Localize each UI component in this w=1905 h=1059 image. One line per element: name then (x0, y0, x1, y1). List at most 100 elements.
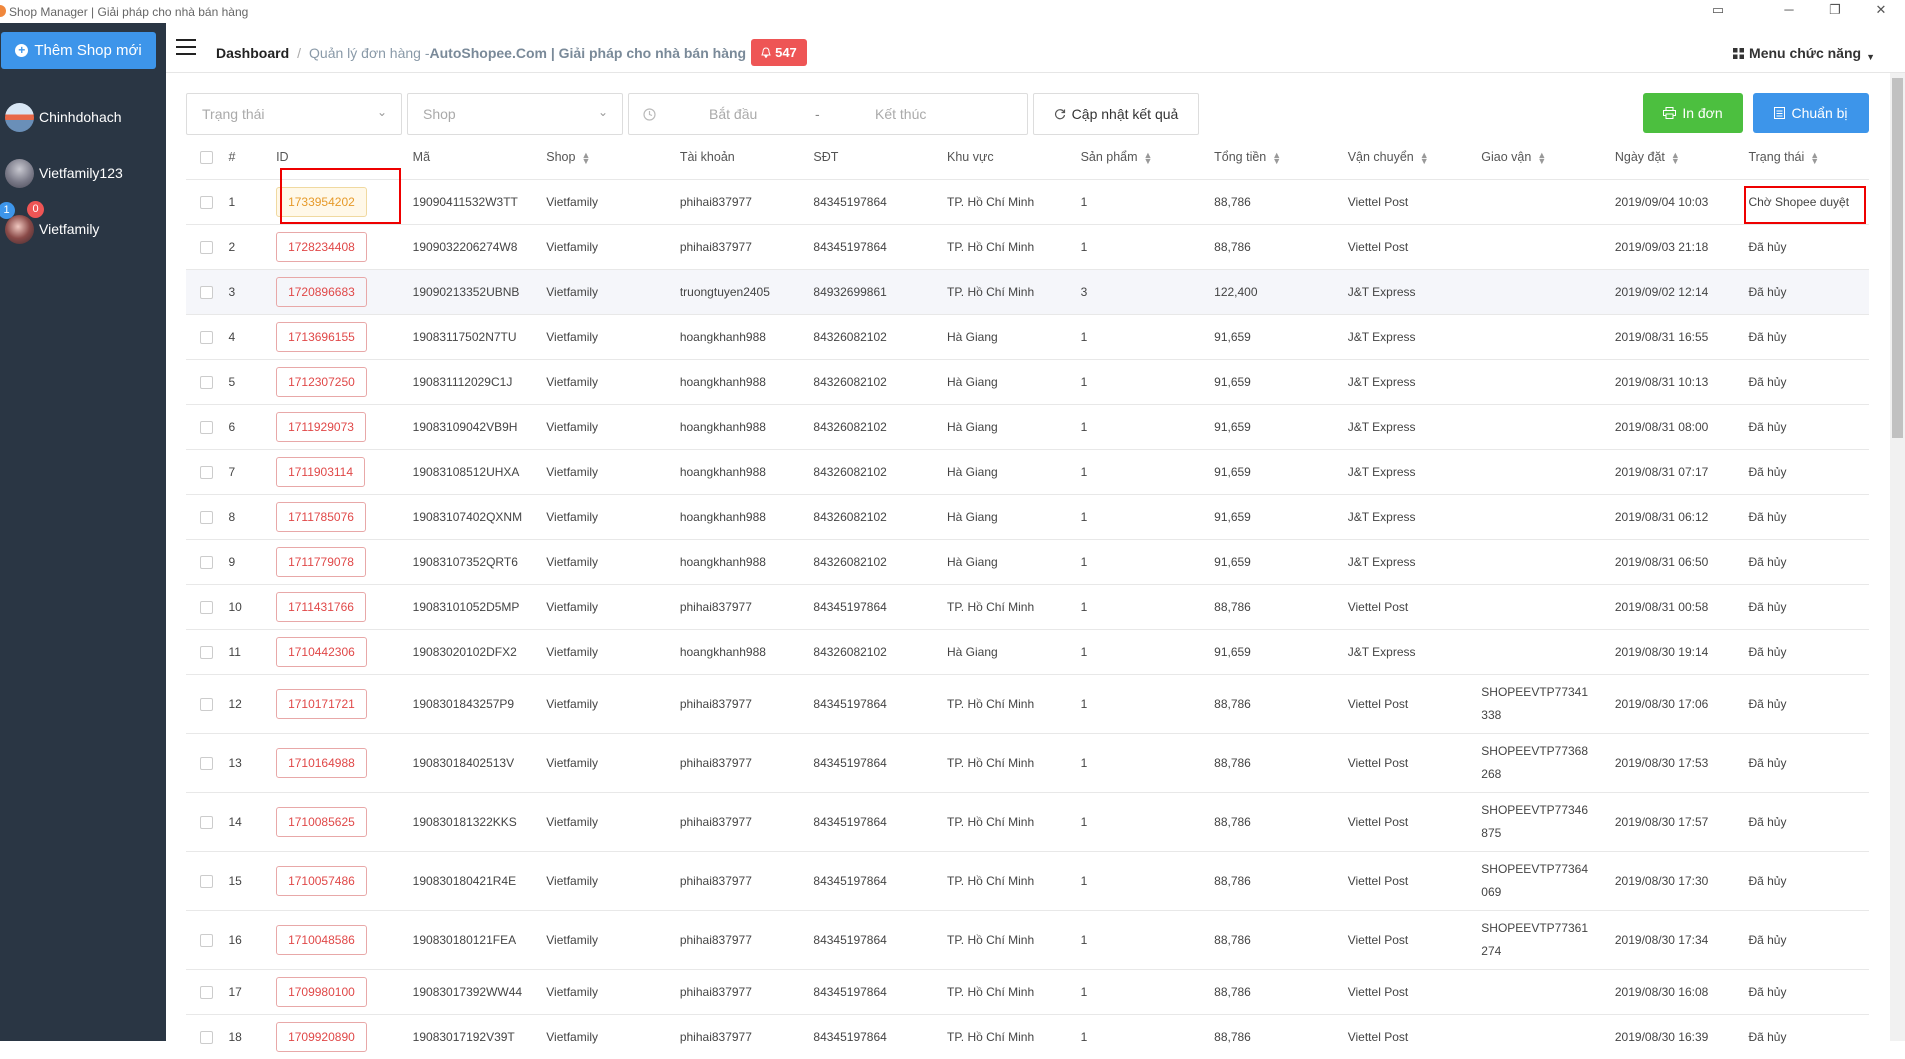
table-row[interactable]: 12 1710171721 1908301843257P9 Vietfamily… (186, 674, 1869, 733)
cell-delivery (1481, 359, 1615, 404)
row-checkbox[interactable] (200, 195, 213, 209)
row-checkbox[interactable] (200, 697, 213, 711)
table-row[interactable]: 10 1711431766 19083101052D5MP Vietfamily… (186, 584, 1869, 629)
order-id-button[interactable]: 1711929073 (276, 411, 366, 442)
notification-badge[interactable]: 547 (751, 39, 807, 66)
sidebar-shop-chinhdohach[interactable]: Chinhdohach (5, 101, 163, 133)
sort-icon[interactable]: ▲ ▼ (1671, 150, 1680, 165)
order-id-button[interactable]: 1728234408 (276, 231, 367, 262)
prepare-orders-button[interactable]: Chuẩn bị (1753, 93, 1869, 133)
order-id-button[interactable]: 1720896683 (276, 276, 367, 307)
date-range-picker[interactable]: Bắt đầu - Kết thúc (628, 93, 1028, 135)
window-minimize-button[interactable]: ─ (1769, 0, 1809, 23)
row-checkbox[interactable] (200, 933, 213, 947)
row-checkbox[interactable] (200, 285, 213, 299)
col-header-order-date[interactable]: Ngày đặt ▲ ▼ (1615, 136, 1749, 179)
shop-filter-select[interactable]: Shop ⌄ (407, 93, 623, 135)
table-row[interactable]: 2 1728234408 1909032206274W8 Vietfamily … (186, 224, 1869, 269)
col-header-total[interactable]: Tổng tiền ▲ ▼ (1214, 136, 1348, 179)
row-checkbox[interactable] (200, 600, 213, 614)
end-date-input[interactable]: Kết thúc (875, 106, 926, 122)
breadcrumb-dashboard[interactable]: Dashboard (216, 45, 289, 61)
sort-icon[interactable]: ▲ ▼ (1272, 150, 1281, 165)
sort-icon[interactable]: ▲ ▼ (581, 150, 590, 165)
print-orders-label: In đơn (1682, 105, 1723, 121)
hamburger-menu-icon[interactable] (176, 39, 196, 56)
col-header-shop[interactable]: Shop ▲ ▼ (546, 136, 680, 179)
col-header-products[interactable]: Sản phẩm ▲ ▼ (1081, 136, 1215, 179)
col-header-status[interactable]: Trạng thái ▲ ▼ (1748, 136, 1869, 179)
row-checkbox[interactable] (200, 240, 213, 254)
order-id-button[interactable]: 1710057486 (276, 865, 367, 896)
add-shop-button[interactable]: + Thêm Shop mới (1, 32, 156, 69)
table-row[interactable]: 13 1710164988 19083018402513V Vietfamily… (186, 733, 1869, 792)
sort-icon[interactable]: ▲ ▼ (1810, 150, 1819, 165)
order-id-button[interactable]: 1711903114 (276, 456, 366, 487)
col-header-area[interactable]: Khu vực (947, 136, 1081, 179)
row-checkbox[interactable] (200, 510, 213, 524)
print-orders-button[interactable]: In đơn (1643, 93, 1743, 133)
table-row[interactable]: 5 1712307250 190831112029C1J Vietfamily … (186, 359, 1869, 404)
order-id-button[interactable]: 1710442306 (276, 636, 367, 667)
order-id-button[interactable]: 1710048586 (276, 924, 367, 955)
col-header-phone[interactable]: SĐT (813, 136, 947, 179)
status-filter-select[interactable]: Trạng thái ⌄ (186, 93, 402, 135)
sort-icon[interactable]: ▲ ▼ (1144, 150, 1153, 165)
function-menu-button[interactable]: Menu chức năng ▼ (1733, 44, 1875, 62)
table-row[interactable]: 18 1709920890 19083017192V39T Vietfamily… (186, 1014, 1869, 1059)
col-header-code[interactable]: Mã (413, 136, 547, 179)
order-id-button[interactable]: 1709920890 (276, 1021, 367, 1052)
table-row[interactable]: 11 1710442306 19083020102DFX2 Vietfamily… (186, 629, 1869, 674)
select-all-checkbox[interactable] (200, 151, 213, 165)
order-id-button[interactable]: 1710171721 (276, 688, 367, 719)
row-checkbox[interactable] (200, 756, 213, 770)
order-id-button[interactable]: 1712307250 (276, 366, 367, 397)
row-checkbox[interactable] (200, 985, 213, 999)
table-row[interactable]: 14 1710085625 190830181322KKS Vietfamily… (186, 792, 1869, 851)
row-checkbox[interactable] (200, 330, 213, 344)
sort-icon[interactable]: ▲ ▼ (1420, 150, 1429, 165)
window-extra-icon[interactable]: ▭ (1698, 0, 1738, 23)
table-row[interactable]: 4 1713696155 19083117502N7TU Vietfamily … (186, 314, 1869, 359)
table-row[interactable]: 6 1711929073 19083109042VB9H Vietfamily … (186, 404, 1869, 449)
row-checkbox[interactable] (200, 465, 213, 479)
table-row[interactable]: 8 1711785076 19083107402QXNM Vietfamily … (186, 494, 1869, 539)
start-date-input[interactable]: Bắt đầu (709, 106, 757, 122)
row-checkbox[interactable] (200, 1030, 213, 1044)
vertical-scrollbar[interactable] (1890, 73, 1905, 1041)
delivery-code-suffix: 268 (1481, 766, 1502, 781)
window-restore-button[interactable]: ❐ (1815, 0, 1855, 23)
order-id-button[interactable]: 1710164988 (276, 747, 367, 778)
table-row[interactable]: 1 1733954202 19090411532W3TT Vietfamily … (186, 179, 1869, 224)
cell-index: 10 (228, 599, 242, 614)
sidebar-shop-vietfamily123[interactable]: Vietfamily123 (5, 157, 163, 189)
sort-icon[interactable]: ▲ ▼ (1537, 150, 1546, 165)
row-checkbox[interactable] (200, 375, 213, 389)
row-checkbox[interactable] (200, 874, 213, 888)
table-row[interactable]: 9 1711779078 19083107352QRT6 Vietfamily … (186, 539, 1869, 584)
col-header-delivery[interactable]: Giao vận ▲ ▼ (1481, 136, 1615, 179)
refresh-results-button[interactable]: Cập nhật kết quả (1033, 93, 1199, 135)
row-checkbox[interactable] (200, 645, 213, 659)
sidebar-shop-vietfamily[interactable]: Vietfamily (5, 213, 163, 245)
table-row[interactable]: 15 1710057486 190830180421R4E Vietfamily… (186, 851, 1869, 910)
col-header-account[interactable]: Tài khoản (680, 136, 814, 179)
add-shop-label: Thêm Shop mới (34, 42, 142, 59)
row-checkbox[interactable] (200, 420, 213, 434)
cell-shipping: Viettel Post (1347, 696, 1409, 711)
order-id-button[interactable]: 1711785076 (276, 501, 366, 532)
table-row[interactable]: 17 1709980100 19083017392WW44 Vietfamily… (186, 969, 1869, 1014)
table-row[interactable]: 16 1710048586 190830180121FEA Vietfamily… (186, 910, 1869, 969)
order-id-button[interactable]: 1710085625 (276, 806, 367, 837)
order-id-button[interactable]: 1711431766 (276, 591, 366, 622)
order-id-button[interactable]: 1709980100 (276, 976, 367, 1007)
table-row[interactable]: 7 1711903114 19083108512UHXA Vietfamily … (186, 449, 1869, 494)
scrollbar-thumb[interactable] (1892, 78, 1903, 438)
table-row[interactable]: 3 1720896683 19090213352UBNB Vietfamily … (186, 269, 1869, 314)
order-id-button[interactable]: 1713696155 (276, 321, 367, 352)
window-close-button[interactable]: ✕ (1861, 0, 1901, 23)
order-id-button[interactable]: 1711779078 (276, 546, 366, 577)
row-checkbox[interactable] (200, 555, 213, 569)
col-header-shipping[interactable]: Vận chuyển ▲ ▼ (1348, 136, 1482, 179)
row-checkbox[interactable] (200, 815, 213, 829)
